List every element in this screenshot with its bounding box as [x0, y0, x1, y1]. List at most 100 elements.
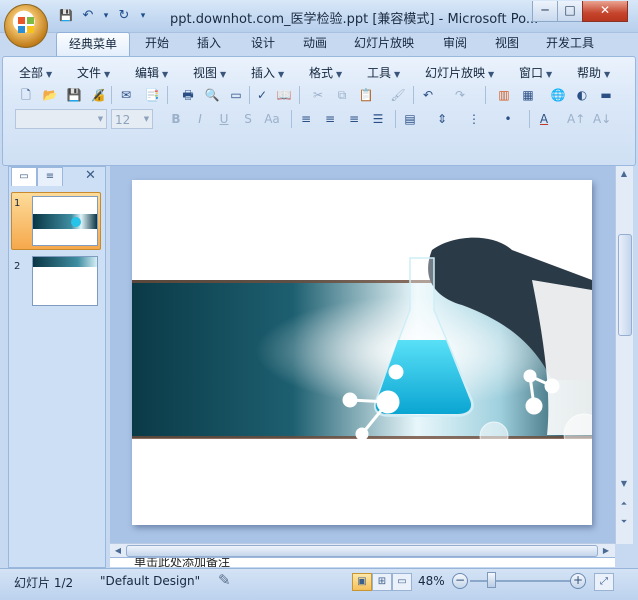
save-icon[interactable]: 💾 [65, 86, 83, 104]
open-folder-icon[interactable]: 📂 [41, 86, 59, 104]
close-button[interactable]: ✕ [582, 1, 628, 22]
tab-view[interactable]: 视图 [486, 32, 528, 55]
save-icon[interactable]: 💾 [58, 8, 74, 24]
menu-slideshow[interactable]: 幻灯片放映 ▼ [425, 64, 494, 81]
menu-format[interactable]: 格式 ▼ [309, 64, 342, 81]
paste-icon[interactable]: 📋 [357, 86, 375, 104]
slide-thumbnail-1[interactable] [32, 196, 98, 246]
underline-icon[interactable]: U [215, 110, 233, 128]
numbering-icon[interactable]: ⋮ [465, 110, 483, 128]
normal-view-icon[interactable]: ▣ [352, 573, 372, 591]
vertical-scrollbar[interactable]: ▲ ▼ ⏶ ⏷ [615, 166, 633, 544]
align-left-icon[interactable]: ≡ [297, 110, 315, 128]
font-size-combo[interactable]: 12 ▼ [111, 109, 153, 129]
close-panel-icon[interactable]: ✕ [85, 168, 96, 183]
tab-outline[interactable]: ≡ [37, 167, 63, 186]
zoom-in-icon[interactable]: + [570, 573, 586, 589]
tab-developer[interactable]: 开发工具 [540, 32, 600, 55]
slide-sorter-icon[interactable]: ⊞ [372, 573, 392, 591]
print-icon[interactable]: 🖶 [179, 86, 197, 104]
spelling-icon[interactable]: ✓ [253, 86, 271, 104]
tab-design[interactable]: 设计 [242, 32, 284, 55]
columns-icon[interactable]: ▤ [401, 110, 419, 128]
thumbnail-flask [71, 217, 81, 227]
menu-view[interactable]: 视图 ▼ [193, 64, 226, 81]
align-right-icon[interactable]: ≡ [345, 110, 363, 128]
minimize-button[interactable]: ─ [532, 1, 558, 22]
menu-insert[interactable]: 插入 ▼ [251, 64, 284, 81]
menu-tools-label: 工具 [367, 66, 392, 80]
menu-window[interactable]: 窗口 ▼ [519, 64, 552, 81]
toolbar-separator [167, 86, 168, 104]
tab-slideshow[interactable]: 幻灯片放映 [348, 32, 420, 55]
tab-animation[interactable]: 动画 [294, 32, 336, 55]
slideshow-view-icon[interactable]: ▭ [392, 573, 412, 591]
notes-pane[interactable]: 单击此处添加备注 [110, 557, 615, 567]
horizontal-scrollbar[interactable]: ◀ ▶ [110, 543, 615, 558]
bullets-icon[interactable]: • [499, 110, 517, 128]
font-name-combo[interactable]: ▼ [15, 109, 107, 129]
tab-slides[interactable]: ▭ [11, 167, 37, 186]
zoom-slider-thumb[interactable] [487, 572, 496, 588]
new-document-icon[interactable]: 🗋 [17, 86, 35, 104]
shadow-icon[interactable]: S [239, 110, 257, 128]
undo-icon[interactable]: ↶ [80, 8, 96, 24]
horizontal-scroll-thumb[interactable] [126, 545, 598, 557]
font-color-icon[interactable]: A [535, 110, 553, 128]
menu-format-label: 格式 [309, 66, 334, 80]
tab-home[interactable]: 开始 [136, 32, 178, 55]
office-button[interactable] [4, 4, 48, 48]
print-preview-icon[interactable]: 🔍 [203, 86, 221, 104]
tab-classic-menu[interactable]: 经典菜单 [56, 32, 130, 56]
vertical-scroll-thumb[interactable] [618, 234, 632, 336]
permission-icon[interactable]: 🔏 [89, 86, 107, 104]
scroll-up-icon[interactable]: ▲ [616, 166, 632, 182]
grow-font-icon[interactable]: A↑ [567, 110, 585, 128]
tab-review[interactable]: 审阅 [434, 32, 476, 55]
research-icon[interactable]: 📖 [275, 86, 293, 104]
format-painter-icon[interactable]: 🖌 [389, 86, 407, 104]
insert-table-icon[interactable]: ▦ [519, 86, 537, 104]
align-center-icon[interactable]: ≡ [321, 110, 339, 128]
menu-edit[interactable]: 编辑 ▼ [135, 64, 168, 81]
zoom-slider-track[interactable] [470, 580, 570, 582]
zoom-out-icon[interactable]: − [452, 573, 468, 589]
copy-icon[interactable]: ⧉ [333, 86, 351, 104]
email-icon[interactable]: ✉ [117, 86, 135, 104]
customize-qat-icon[interactable]: ▾ [138, 8, 148, 24]
scroll-down-icon[interactable]: ▼ [616, 476, 632, 492]
slide-layout-icon[interactable]: ▭ [227, 86, 245, 104]
slide-thumbnail-2[interactable] [32, 256, 98, 306]
current-slide[interactable] [132, 180, 592, 525]
toolbar-separator [249, 86, 250, 104]
bubble [479, 421, 509, 451]
fit-to-window-icon[interactable]: ⤢ [594, 573, 614, 591]
redo-icon[interactable]: ↻ [116, 8, 132, 24]
justify-icon[interactable]: ☰ [369, 110, 387, 128]
color-grayscale-icon[interactable]: ◐ [573, 86, 591, 104]
text-direction-icon[interactable]: ⇕ [433, 110, 451, 128]
next-slide-icon[interactable]: ⏷ [616, 514, 632, 530]
menu-file[interactable]: 文件 ▼ [77, 64, 110, 81]
menu-help[interactable]: 帮助 ▼ [577, 64, 610, 81]
view-toggle-icon[interactable]: ▬ [597, 86, 615, 104]
zoom-level[interactable]: 48% [418, 574, 445, 588]
cut-icon[interactable]: ✂ [309, 86, 327, 104]
bold-icon[interactable]: B [167, 110, 185, 128]
change-case-icon[interactable]: Aa [263, 110, 281, 128]
shrink-font-icon[interactable]: A↓ [593, 110, 611, 128]
maximize-button[interactable]: □ [557, 1, 583, 22]
insert-chart-icon[interactable]: ▥ [495, 86, 513, 104]
italic-icon[interactable]: I [191, 110, 209, 128]
menu-tools[interactable]: 工具 ▼ [367, 64, 400, 81]
spell-check-icon[interactable]: ✎ [218, 571, 231, 589]
outline-tab-icon: ≡ [45, 171, 55, 182]
undo-icon[interactable]: ↶ [419, 86, 437, 104]
previous-slide-icon[interactable]: ⏶ [616, 496, 632, 512]
redo-icon[interactable]: ↷ [451, 86, 469, 104]
menu-all[interactable]: 全部 ▼ [19, 64, 52, 81]
insert-hyperlink-icon[interactable]: 🌐 [549, 86, 567, 104]
tab-insert[interactable]: 插入 [188, 32, 230, 55]
publish-icon[interactable]: 📑 [143, 86, 161, 104]
undo-dropdown-icon[interactable]: ▾ [102, 8, 110, 24]
